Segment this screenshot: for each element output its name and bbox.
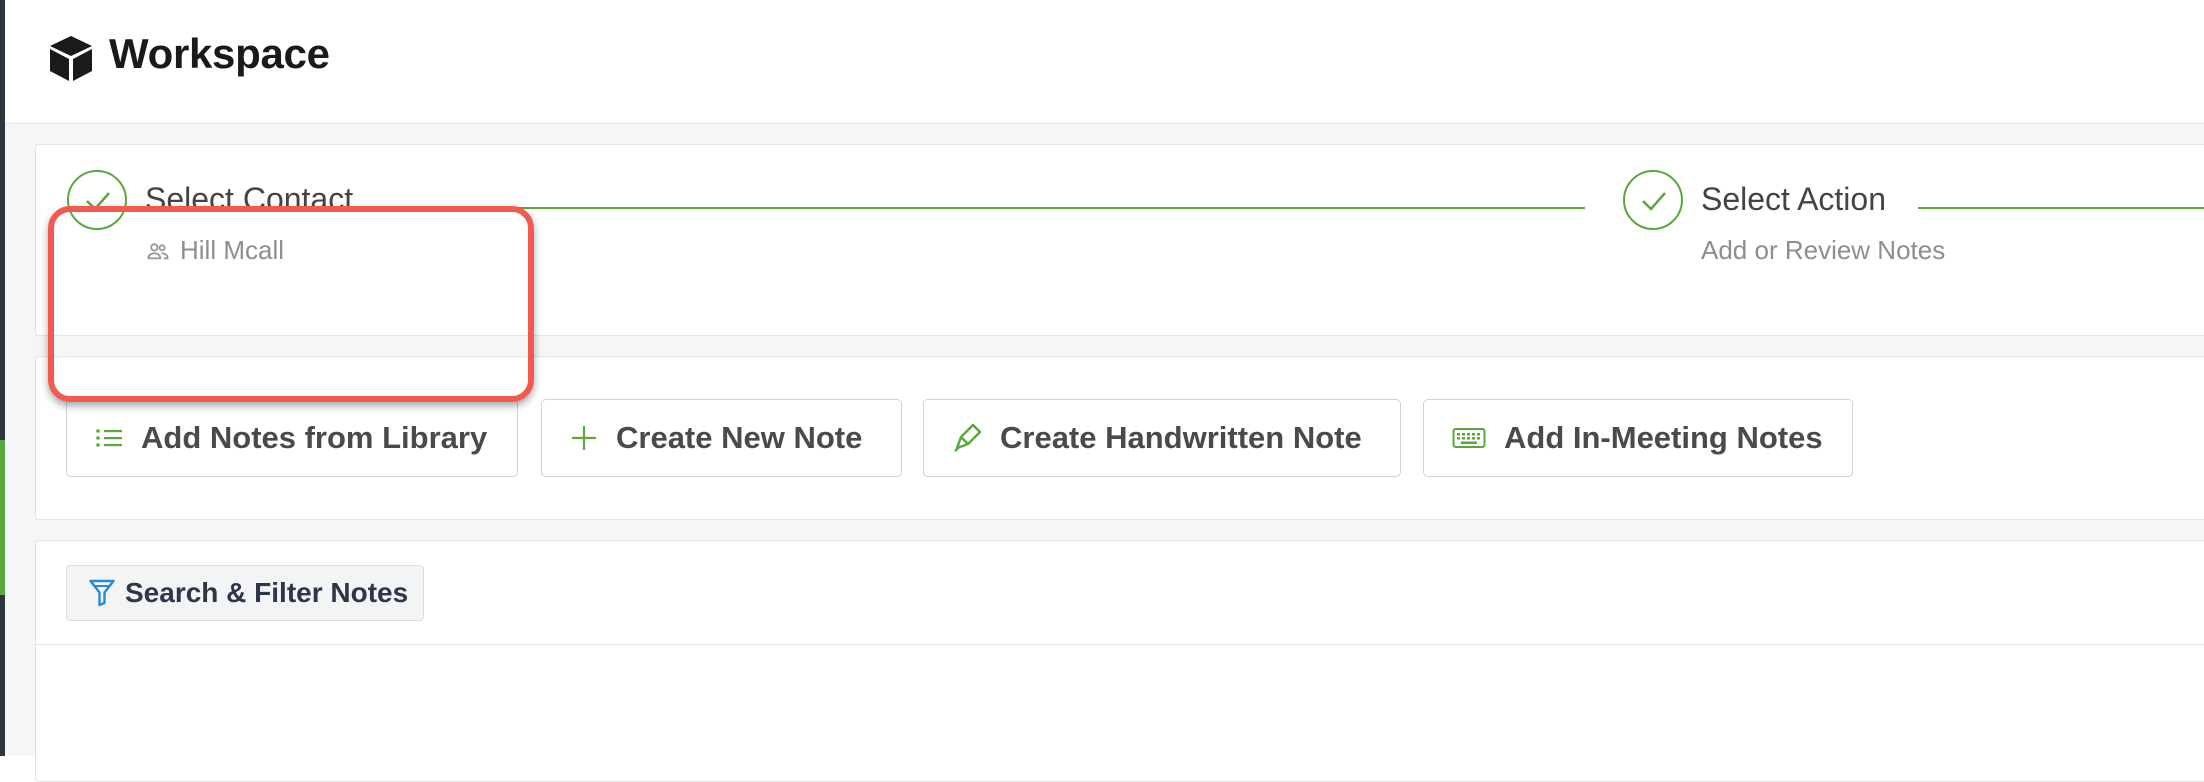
pen-icon	[952, 423, 982, 453]
create-handwritten-note-label: Create Handwritten Note	[1000, 420, 1362, 455]
keyboard-icon	[1452, 426, 1486, 450]
add-in-meeting-notes-button[interactable]: Add In-Meeting Notes	[1423, 399, 1853, 477]
add-in-meeting-notes-label: Add In-Meeting Notes	[1504, 420, 1823, 455]
app-title: Workspace	[109, 30, 330, 77]
person-icon	[147, 243, 169, 260]
add-notes-from-library-label: Add Notes from Library	[141, 420, 488, 455]
create-new-note-label: Create New Note	[616, 420, 863, 455]
add-notes-from-library-button[interactable]: Add Notes from Library	[66, 399, 518, 477]
notes-panel: Search & Filter Notes	[35, 540, 2204, 782]
stepper-panel: Select Contact Hill Mcall Select Action …	[35, 144, 2204, 336]
actions-panel: Add Notes from Library Create New Note C…	[35, 356, 2204, 520]
search-filter-notes-button[interactable]: Search & Filter Notes	[66, 565, 425, 621]
notes-divider	[36, 644, 2204, 645]
step-complete-icon	[67, 170, 127, 230]
step-subtitle-contact-name: Hill Mcall	[180, 235, 284, 265]
step-connector	[1918, 207, 2204, 209]
create-new-note-button[interactable]: Create New Note	[541, 399, 902, 477]
plus-icon	[570, 424, 598, 452]
step-subtitle-action: Add or Review Notes	[1701, 235, 1946, 265]
workspace-canvas: Select Contact Hill Mcall Select Action …	[5, 124, 2204, 782]
step-title-select-contact: Select Contact	[145, 181, 354, 217]
step-connector	[383, 207, 1585, 209]
cube-icon	[50, 36, 92, 81]
funnel-icon	[89, 579, 115, 607]
list-icon	[95, 426, 123, 450]
search-filter-notes-label: Search & Filter Notes	[125, 577, 409, 608]
create-handwritten-note-button[interactable]: Create Handwritten Note	[923, 399, 1401, 477]
step-complete-icon	[1623, 170, 1683, 230]
app-header: Workspace	[5, 0, 2204, 124]
step-title-select-action: Select Action	[1701, 181, 1886, 217]
